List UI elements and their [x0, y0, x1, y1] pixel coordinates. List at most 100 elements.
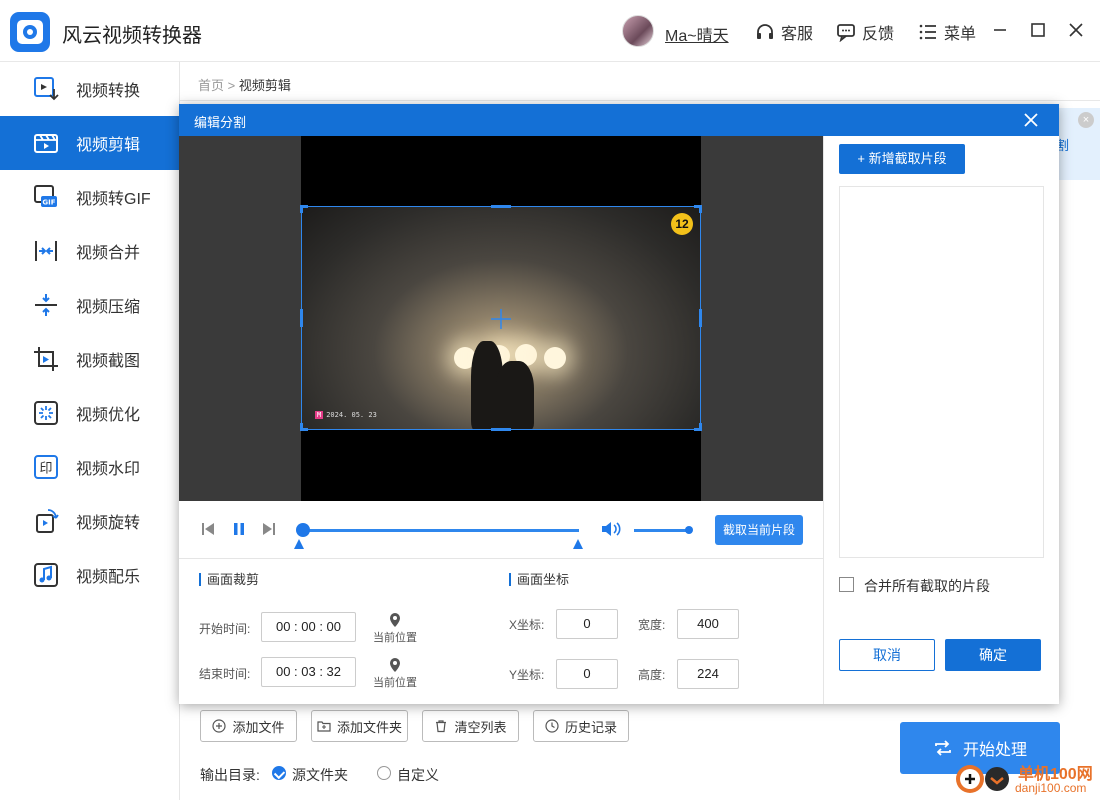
start-current-position-button[interactable]: 当前位置 [370, 612, 420, 645]
sidebar-item-merge[interactable]: 视频合并 [0, 224, 180, 278]
crop-section-title: 画面裁剪 [199, 573, 259, 586]
current-position-label: 当前位置 [373, 632, 417, 644]
progress-knob[interactable] [295, 523, 310, 537]
gif-icon: GIF [34, 185, 57, 207]
clip-icon [34, 134, 58, 153]
sidebar-item-crop[interactable]: 视频截图 [0, 332, 180, 386]
site-url: danji100.com [1015, 781, 1087, 795]
folder-icon [317, 721, 331, 732]
sidebar: 视频转换 视频剪辑 GIF 视频转GIF 视频合并 视频压缩 视频截图 视频优化… [0, 62, 180, 800]
height-label: 高度: [638, 668, 666, 682]
clock-icon [545, 719, 559, 733]
pause-icon[interactable] [231, 521, 247, 537]
sidebar-item-label: 视频压缩 [76, 299, 141, 316]
maximize-icon[interactable] [1029, 21, 1047, 39]
breadcrumb-home[interactable]: 首页 [198, 78, 224, 93]
banner-close-icon[interactable]: × [1078, 112, 1094, 128]
service-button[interactable]: 客服 [755, 20, 813, 44]
sidebar-item-watermark[interactable]: 印 视频水印 [0, 440, 180, 494]
watermark-icon: 印 [34, 455, 58, 479]
height-input[interactable]: 224 [677, 659, 739, 689]
sidebar-item-label: 视频配乐 [76, 569, 141, 586]
next-icon[interactable] [261, 521, 277, 537]
music-icon [34, 563, 58, 587]
start-time-label: 开始时间: [199, 622, 251, 636]
divider [180, 100, 1100, 101]
sidebar-item-label: 视频优化 [76, 407, 141, 424]
rotate-icon [36, 509, 59, 533]
add-folder-label: 添加文件夹 [336, 719, 402, 735]
width-input[interactable]: 400 [677, 609, 739, 639]
volume-knob[interactable] [685, 526, 693, 534]
breadcrumb-current: 视频剪辑 [238, 78, 291, 93]
cut-segment-button[interactable]: 截取当前片段 [715, 515, 803, 545]
merge-all-checkbox[interactable] [839, 577, 854, 592]
add-segment-button[interactable]: + 新增截取片段 [839, 144, 965, 174]
x-coord-input[interactable]: 0 [556, 609, 618, 639]
previous-icon[interactable] [200, 521, 216, 537]
merge-icon [35, 241, 57, 261]
sidebar-item-rotate[interactable]: 视频旋转 [0, 494, 180, 548]
feedback-button[interactable]: 反馈 [836, 20, 894, 44]
compress-icon [35, 294, 57, 316]
convert-arrows-icon [935, 740, 951, 756]
menu-label: 菜单 [944, 26, 977, 43]
y-coord-label: Y坐标: [509, 668, 545, 682]
username-link[interactable]: Ma~晴天 [665, 22, 729, 46]
edit-split-dialog: 编辑分割 12 M 2024. 05. 23 00:00:03/00:03:32… [179, 104, 1059, 704]
dialog-close-icon[interactable] [1023, 112, 1039, 128]
sidebar-item-optimize[interactable]: 视频优化 [0, 386, 180, 440]
end-current-position-button[interactable]: 当前位置 [370, 657, 420, 690]
sidebar-item-convert[interactable]: 视频转换 [0, 62, 180, 116]
end-time-input[interactable]: 00 : 03 : 32 [261, 657, 356, 687]
custom-folder-radio[interactable] [377, 766, 391, 780]
source-folder-radio[interactable] [272, 766, 286, 780]
start-marker-icon[interactable] [294, 539, 304, 549]
cancel-button[interactable]: 取消 [839, 639, 935, 671]
video-preview: 12 M 2024. 05. 23 00:00:03/00:03:32 [179, 136, 823, 524]
add-file-button[interactable]: 添加文件 [200, 710, 297, 742]
app-logo-icon [10, 12, 50, 52]
list-icon [919, 24, 936, 40]
width-label: 宽度: [638, 618, 666, 632]
y-coord-input[interactable]: 0 [556, 659, 618, 689]
chat-icon [837, 24, 855, 42]
end-marker-icon[interactable] [573, 539, 583, 549]
add-folder-button[interactable]: 添加文件夹 [311, 710, 408, 742]
sidebar-item-gif[interactable]: GIF 视频转GIF [0, 170, 180, 224]
crop-selection-box[interactable] [300, 205, 702, 431]
progress-track[interactable] [299, 529, 579, 532]
coord-section-title: 画面坐标 [509, 573, 569, 586]
trash-icon [436, 720, 447, 733]
plus-circle-icon [212, 719, 227, 733]
dialog-title: 编辑分割 [194, 115, 247, 130]
crop-icon [34, 347, 58, 371]
start-process-label: 开始处理 [962, 742, 1027, 759]
user-avatar[interactable] [622, 15, 654, 47]
add-file-label: 添加文件 [232, 719, 285, 735]
history-button[interactable]: 历史记录 [533, 710, 629, 742]
confirm-button[interactable]: 确定 [945, 639, 1041, 671]
service-label: 客服 [781, 26, 814, 43]
volume-icon[interactable] [600, 520, 622, 538]
playback-controls: 截取当前片段 [179, 501, 823, 559]
minimize-icon[interactable] [991, 21, 1009, 39]
sidebar-item-clip[interactable]: 视频剪辑 [0, 116, 180, 170]
convert-icon [34, 77, 59, 101]
video-stamp: M 2024. 05. 23 [315, 411, 377, 419]
segment-list [839, 186, 1044, 558]
menu-button[interactable]: 菜单 [918, 20, 976, 44]
sidebar-item-compress[interactable]: 视频压缩 [0, 278, 180, 332]
volume-track[interactable] [634, 529, 689, 532]
current-position-label: 当前位置 [373, 677, 417, 689]
clear-list-button[interactable]: 清空列表 [422, 710, 519, 742]
sidebar-item-label: 视频水印 [76, 461, 141, 478]
close-icon[interactable] [1067, 21, 1085, 39]
merge-all-label: 合并所有截取的片段 [864, 578, 990, 594]
start-time-input[interactable]: 00 : 00 : 00 [261, 612, 356, 642]
chevron-right-icon: > [227, 78, 239, 93]
sidebar-item-label: 视频合并 [76, 245, 141, 262]
history-label: 历史记录 [564, 719, 617, 735]
crosshair-icon [491, 309, 511, 329]
sidebar-item-music[interactable]: 视频配乐 [0, 548, 180, 602]
